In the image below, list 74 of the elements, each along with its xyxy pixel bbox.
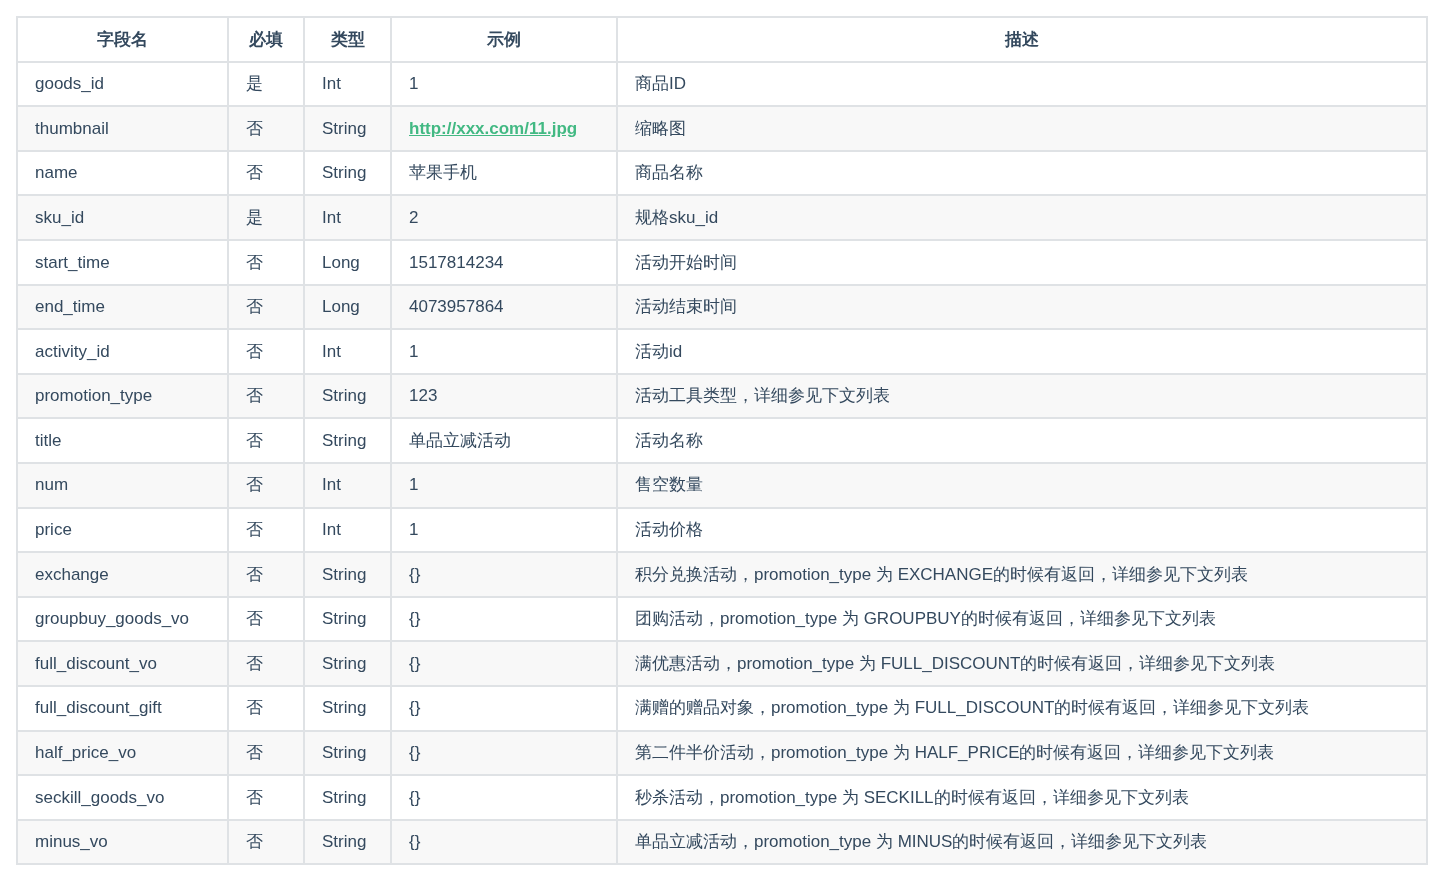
table-cell: String <box>304 775 391 820</box>
table-cell: String <box>304 418 391 463</box>
table-cell: {} <box>391 685 617 731</box>
table-cell: 活动工具类型，详细参见下文列表 <box>617 373 1427 419</box>
column-header: 描述 <box>617 17 1427 62</box>
table-cell: 否 <box>228 819 304 865</box>
table-cell: 否 <box>228 730 304 776</box>
table-cell: {} <box>391 775 617 820</box>
table-cell: String <box>304 685 391 731</box>
table-cell: String <box>304 641 391 686</box>
table-cell: seckill_goods_vo <box>17 775 228 820</box>
table-cell: Int <box>304 462 391 508</box>
table-cell: 满优惠活动，promotion_type 为 FULL_DISCOUNT的时候有返回，详细参见下文列表 <box>617 641 1427 686</box>
table-cell: 否 <box>228 239 304 285</box>
table-cell: 否 <box>228 775 304 820</box>
table-cell: 4073957864 <box>391 284 617 330</box>
column-header: 示例 <box>391 17 617 62</box>
table-cell: 否 <box>228 106 304 151</box>
table-cell: Int <box>304 195 391 240</box>
table-cell: half_price_vo <box>17 730 228 776</box>
table-cell: 否 <box>228 284 304 330</box>
table-cell: String <box>304 552 391 597</box>
table-cell: exchange <box>17 552 228 597</box>
table-cell: 售空数量 <box>617 462 1427 508</box>
table-cell: 1 <box>391 462 617 508</box>
table-cell: 第二件半价活动，promotion_type 为 HALF_PRICE的时候有返回，详细参见下文列表 <box>617 730 1427 776</box>
table-cell: 1517814234 <box>391 239 617 285</box>
table-cell: activity_id <box>17 329 228 374</box>
column-header: 类型 <box>304 17 391 62</box>
table-cell: 否 <box>228 641 304 686</box>
table-cell: 单品立减活动 <box>391 418 617 463</box>
table-cell: {} <box>391 819 617 865</box>
table-cell: 否 <box>228 418 304 463</box>
table-cell: {} <box>391 641 617 686</box>
table-cell: String <box>304 819 391 865</box>
table-cell: 缩略图 <box>617 106 1427 151</box>
table-cell: full_discount_vo <box>17 641 228 686</box>
table-cell: 否 <box>228 552 304 597</box>
table-cell: 1 <box>391 329 617 374</box>
table-cell: 否 <box>228 329 304 374</box>
table-cell: Long <box>304 284 391 330</box>
table-cell: start_time <box>17 239 228 285</box>
table-cell: 活动结束时间 <box>617 284 1427 330</box>
table-cell: Int <box>304 329 391 374</box>
table-cell: 满赠的赠品对象，promotion_type 为 FULL_DISCOUNT的时候有返回，详细参见下文列表 <box>617 685 1427 731</box>
table-cell: 123 <box>391 373 617 419</box>
table-cell: String <box>304 106 391 151</box>
table-cell: 否 <box>228 462 304 508</box>
table-cell: {} <box>391 730 617 776</box>
table-cell: String <box>304 730 391 776</box>
table-cell: sku_id <box>17 195 228 240</box>
table-cell: 活动id <box>617 329 1427 374</box>
table-cell: end_time <box>17 284 228 330</box>
table-cell: title <box>17 418 228 463</box>
table-cell: 规格sku_id <box>617 195 1427 240</box>
table-cell: 活动开始时间 <box>617 239 1427 285</box>
table-cell: 单品立减活动，promotion_type 为 MINUS的时候有返回，详细参见下文列表 <box>617 819 1427 865</box>
table-cell: 活动名称 <box>617 418 1427 463</box>
table-cell: 否 <box>228 685 304 731</box>
table-cell: num <box>17 462 228 508</box>
column-header: 必填 <box>228 17 304 62</box>
table-cell: {} <box>391 552 617 597</box>
table-cell: String <box>304 373 391 419</box>
table-cell: thumbnail <box>17 106 228 151</box>
table-cell: promotion_type <box>17 373 228 419</box>
table-cell: 2 <box>391 195 617 240</box>
table-cell: minus_vo <box>17 819 228 865</box>
table-cell: 否 <box>228 373 304 419</box>
table-cell: 积分兑换活动，promotion_type 为 EXCHANGE的时候有返回，详细参见下文列表 <box>617 552 1427 597</box>
column-header: 字段名 <box>17 17 228 62</box>
table-cell: full_discount_gift <box>17 685 228 731</box>
table-cell: 是 <box>228 195 304 240</box>
table-cell: Long <box>304 239 391 285</box>
table-cell: 秒杀活动，promotion_type 为 SECKILL的时候有返回，详细参见下文列表 <box>617 775 1427 820</box>
